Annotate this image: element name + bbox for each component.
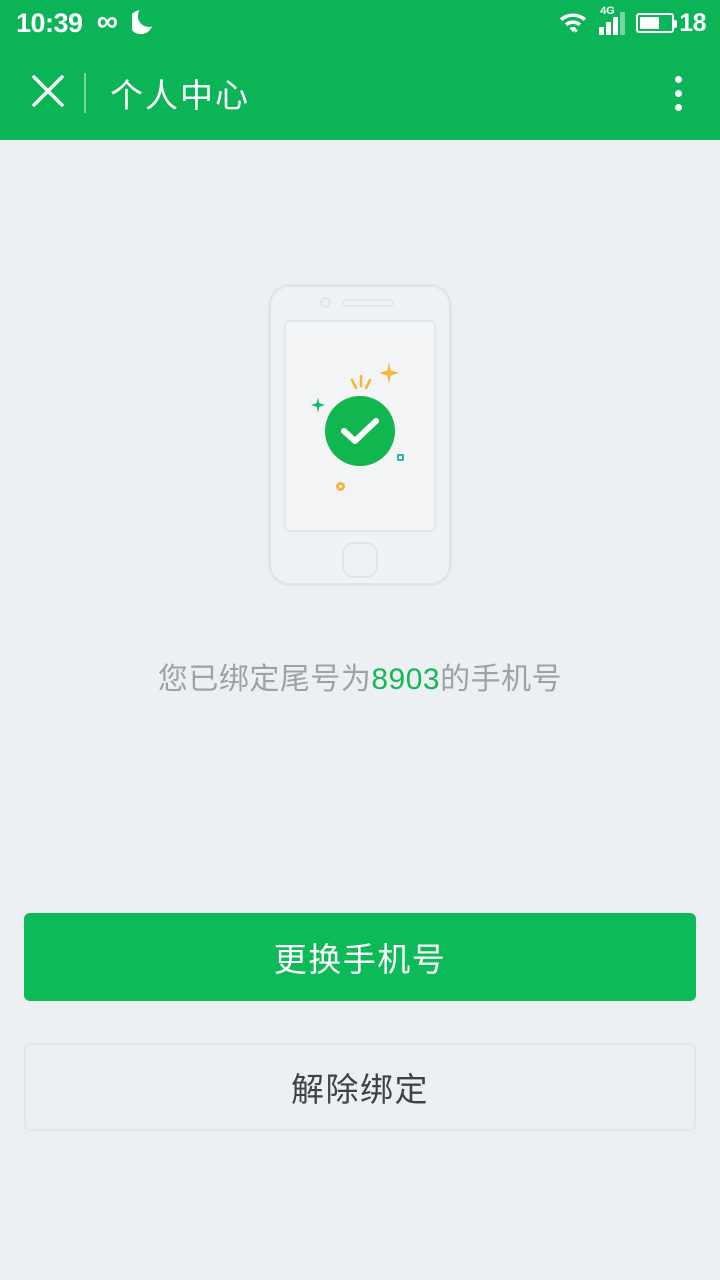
phone-home-button-icon	[342, 542, 378, 578]
change-phone-button[interactable]: 更换手机号	[24, 913, 696, 1001]
bound-digits-text: 8903	[371, 663, 441, 696]
status-bar: 10:39 ∞ 4G 18	[0, 0, 720, 46]
app-bar-divider	[84, 73, 86, 113]
sparkle-plus-icon	[310, 397, 326, 418]
status-bar-left: 10:39 ∞	[16, 5, 156, 39]
close-button[interactable]	[16, 61, 80, 125]
battery-fill	[640, 17, 659, 29]
network-type-label: 4G	[600, 4, 615, 17]
app-bar: 个人中心	[0, 46, 720, 140]
phone-camera-icon	[320, 297, 331, 308]
status-bar-right: 4G 18	[558, 5, 706, 39]
sparkle-ring-icon	[336, 482, 345, 491]
battery-indicator: 18	[636, 8, 706, 37]
sparkle-star-icon	[378, 362, 400, 389]
signal-icon: 4G	[599, 5, 626, 35]
infinity-icon: ∞	[96, 5, 118, 38]
overflow-menu-icon	[674, 75, 682, 83]
signal-bar	[620, 11, 626, 35]
battery-icon	[636, 13, 678, 33]
overflow-menu-icon	[674, 103, 682, 111]
unbind-button[interactable]: 解除绑定	[24, 1043, 696, 1131]
signal-bar	[606, 21, 612, 35]
moon-icon	[128, 8, 156, 39]
signal-bar	[613, 16, 619, 35]
page-title: 个人中心	[110, 77, 250, 114]
phone-illustration	[268, 284, 452, 586]
bound-phone-message: 您已绑定尾号为8903的手机号	[0, 654, 720, 698]
signal-bar	[599, 26, 605, 35]
bound-prefix-text: 您已绑定尾号为	[157, 663, 372, 696]
overflow-menu-button[interactable]	[650, 61, 706, 125]
phone-speaker-icon	[342, 299, 394, 307]
battery-percent-label: 18	[679, 8, 706, 37]
close-icon	[29, 72, 67, 115]
status-clock: 10:39	[16, 7, 83, 38]
overflow-menu-icon	[674, 89, 682, 97]
wifi-icon	[558, 8, 588, 39]
app-screen: 10:39 ∞ 4G 18 个人中心 您已绑定尾号为8903的手机号 更换手机号…	[0, 0, 720, 1280]
success-check-icon	[325, 396, 395, 466]
sparkle-square-icon	[397, 454, 404, 461]
bound-suffix-text: 的手机号	[440, 663, 563, 696]
